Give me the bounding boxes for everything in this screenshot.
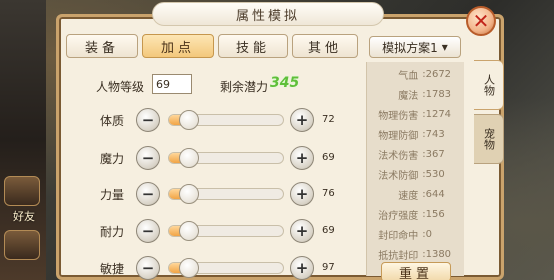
plus-icon: + [295, 185, 309, 203]
stats-panel: 气血 : 2672 魔法 : 1783 物理伤害 : 1274 物理防御 : 743 法… [366, 62, 464, 276]
stat-value: 743 [425, 128, 445, 140]
stat-label: 魔法 [398, 90, 419, 102]
tab-add-points[interactable]: 加点 [142, 34, 214, 58]
tab-other[interactable]: 其他 [292, 34, 358, 58]
attribute-slider[interactable] [168, 184, 284, 204]
slider-knob[interactable] [178, 148, 199, 168]
attribute-slider[interactable] [168, 258, 284, 278]
stat-value: 367 [425, 148, 445, 160]
plus-icon: + [295, 259, 309, 277]
tab-pet-label: 宠物 [482, 128, 496, 150]
stat-value: 2672 [425, 68, 452, 80]
potential-value: 345 [270, 75, 300, 91]
attribute-value: 72 [322, 114, 335, 125]
left-sidebar: 好友 [0, 0, 46, 280]
stat-row: 气血 : 2672 [367, 64, 465, 84]
stat-row: 物理伤害 : 1274 [367, 104, 465, 124]
scheme-label: 模拟方案1 [382, 40, 438, 55]
stat-label: 速度 [398, 190, 419, 202]
stat-row: 速度 : 644 [367, 184, 465, 204]
tab-pet[interactable]: 宠物 [474, 114, 504, 164]
plus-button[interactable]: + [290, 219, 314, 243]
attribute-value: 69 [322, 152, 335, 163]
friends-icon[interactable] [4, 176, 40, 206]
stat-row: 法术伤害 : 367 [367, 144, 465, 164]
attribute-slider[interactable] [168, 221, 284, 241]
stat-value: 644 [425, 188, 445, 200]
chevron-down-icon: ▾ [441, 40, 448, 54]
attribute-label: 体质 [100, 114, 125, 128]
minus-icon: − [141, 222, 155, 240]
minus-icon: − [141, 259, 155, 277]
stat-row: 魔法 : 1783 [367, 84, 465, 104]
stat-label: 物理防御 [378, 130, 419, 142]
minus-icon: − [141, 111, 155, 129]
chat-icon[interactable] [4, 230, 40, 260]
attribute-label: 魔力 [100, 152, 125, 166]
attribute-value: 76 [322, 188, 335, 199]
minus-button[interactable]: − [136, 219, 160, 243]
minus-button[interactable]: − [136, 256, 160, 280]
plus-icon: + [295, 222, 309, 240]
stat-value: 156 [425, 208, 445, 220]
plus-button[interactable]: + [290, 146, 314, 170]
minus-button[interactable]: − [136, 108, 160, 132]
level-label: 人物等级 [96, 80, 145, 94]
stat-value: 530 [425, 168, 445, 180]
friends-label: 好友 [13, 210, 35, 223]
stat-row: 治疗强度 : 156 [367, 204, 465, 224]
plus-button[interactable]: + [290, 108, 314, 132]
attribute-slider[interactable] [168, 110, 284, 130]
stat-row: 物理防御 : 743 [367, 124, 465, 144]
plus-button[interactable]: + [290, 182, 314, 206]
stat-row: 法术防御 : 530 [367, 164, 465, 184]
minus-icon: − [141, 149, 155, 167]
slider-knob[interactable] [178, 110, 199, 130]
minus-icon: − [141, 185, 155, 203]
stat-label: 气血 [398, 70, 419, 82]
slider-knob[interactable] [178, 184, 199, 204]
attribute-value: 97 [322, 262, 335, 273]
close-button[interactable]: ✕ [466, 6, 496, 36]
stat-row: 封印命中 : 0 [367, 224, 465, 244]
close-icon: ✕ [472, 9, 490, 33]
stat-label: 物理伤害 [378, 110, 419, 122]
stat-value: 0 [425, 228, 432, 240]
stat-row: 抵抗封印 : 1380 [367, 244, 465, 264]
stat-label: 治疗强度 [378, 210, 419, 222]
window-title: 属性模拟 [152, 2, 384, 26]
tab-character-label: 人物 [482, 74, 496, 96]
stat-label: 抵抗封印 [378, 250, 419, 262]
stat-value: 1783 [425, 88, 452, 100]
tab-character[interactable]: 人物 [474, 60, 504, 110]
minus-button[interactable]: − [136, 182, 160, 206]
plus-icon: + [295, 149, 309, 167]
slider-knob[interactable] [178, 221, 199, 241]
plus-button[interactable]: + [290, 256, 314, 280]
potential-label: 剩余潜力 [220, 80, 269, 94]
stat-label: 法术伤害 [378, 150, 419, 162]
attribute-label: 力量 [100, 188, 125, 202]
stat-label: 封印命中 [378, 230, 419, 242]
stat-label: 法术防御 [378, 170, 419, 182]
slider-knob[interactable] [178, 258, 199, 278]
scheme-select[interactable]: 模拟方案1 ▾ [369, 36, 461, 58]
reset-button[interactable]: 重置 [381, 262, 451, 280]
tab-skills[interactable]: 技能 [218, 34, 288, 58]
attribute-value: 69 [322, 225, 335, 236]
attribute-label: 敏捷 [100, 262, 125, 276]
minus-button[interactable]: − [136, 146, 160, 170]
attribute-slider[interactable] [168, 148, 284, 168]
stat-value: 1274 [425, 108, 452, 120]
tab-equipment[interactable]: 装备 [66, 34, 138, 58]
attribute-label: 耐力 [100, 225, 125, 239]
stat-value: 1380 [425, 248, 452, 260]
plus-icon: + [295, 111, 309, 129]
level-input[interactable]: 69 [152, 74, 192, 94]
